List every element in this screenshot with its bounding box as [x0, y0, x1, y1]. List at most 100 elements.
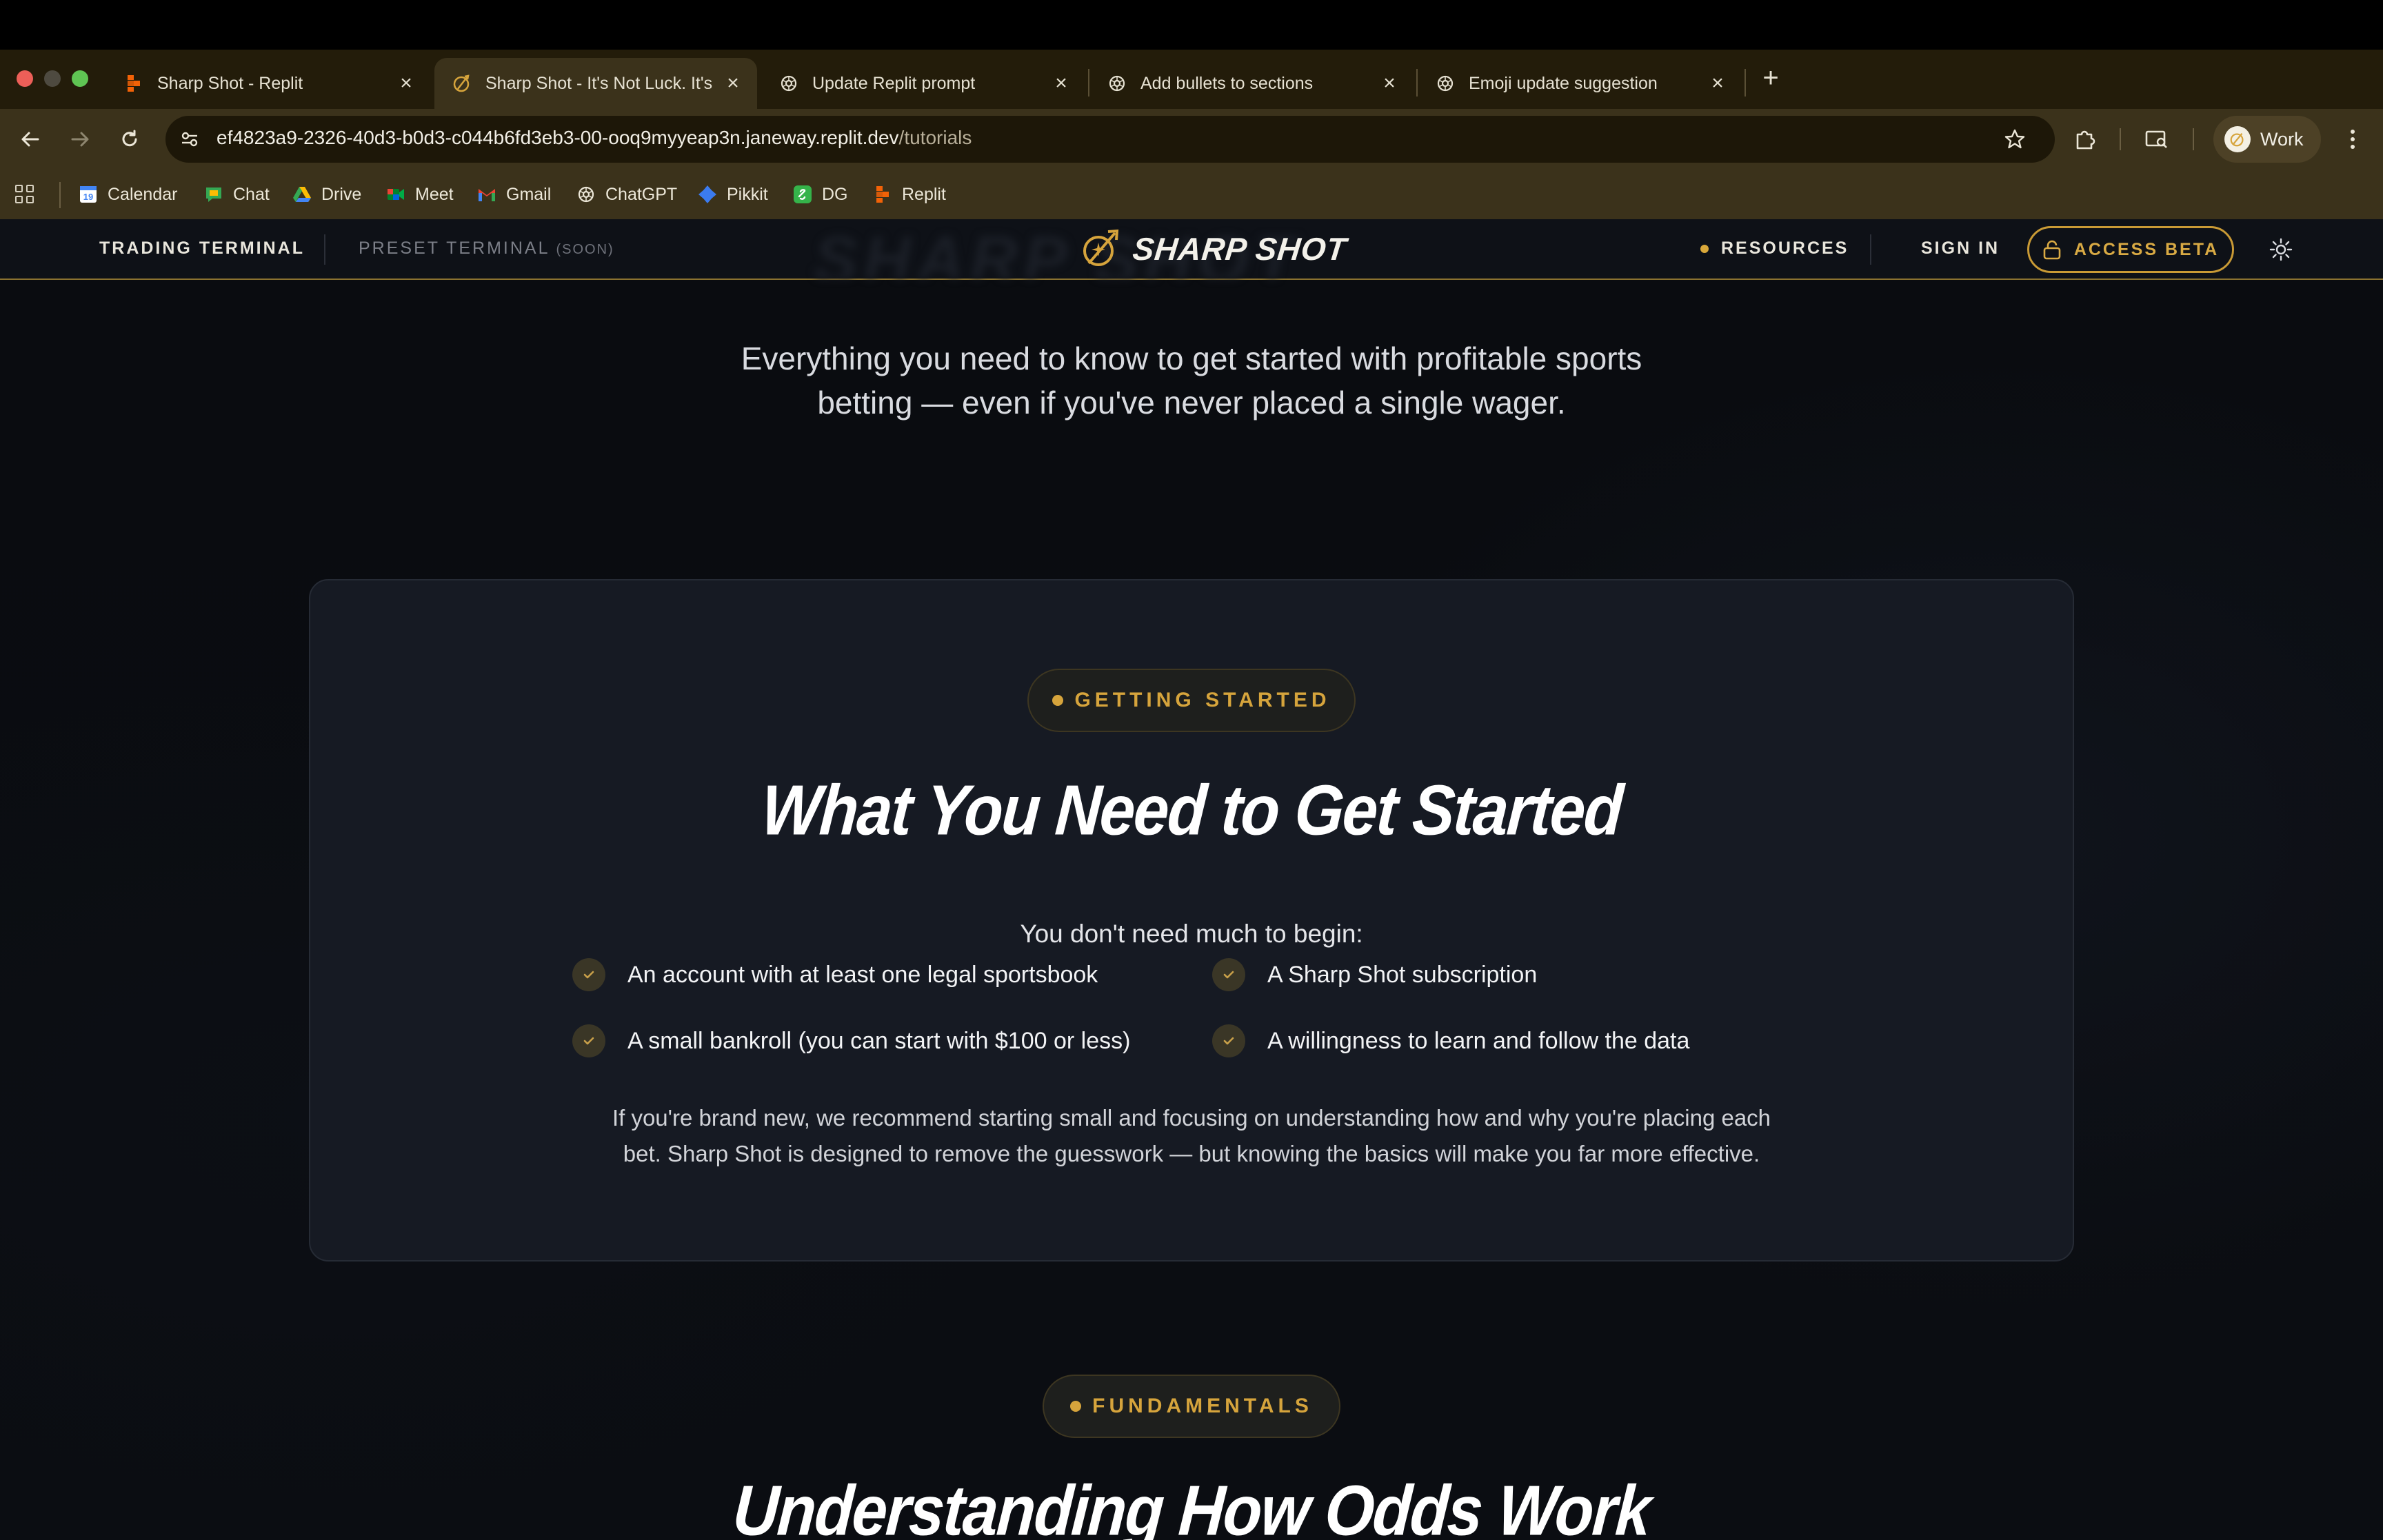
browser-menu-icon[interactable]: [2336, 123, 2369, 156]
bookmark-meet[interactable]: Meet: [386, 181, 454, 208]
bookmark-replit[interactable]: Replit: [873, 181, 946, 208]
screen-top-bar: [0, 0, 2383, 50]
bookmark-calendar[interactable]: 19 Calendar: [79, 181, 177, 208]
bookmark-label: Chat: [233, 184, 270, 204]
theme-toggle-sun-icon[interactable]: [2267, 236, 2295, 263]
minimize-window-button[interactable]: [44, 70, 61, 87]
chatgpt-icon: [576, 185, 596, 204]
nav-resources[interactable]: RESOURCES: [1721, 239, 1849, 259]
close-tab-icon[interactable]: ×: [723, 72, 743, 95]
bookmark-label: Pikkit: [727, 184, 768, 204]
bookmark-drive[interactable]: Drive: [292, 181, 361, 208]
section-subtitle: You don't need much to begin:: [1020, 920, 1363, 948]
bookmark-label: Replit: [902, 184, 946, 204]
close-tab-icon[interactable]: ×: [396, 72, 416, 95]
toolbar-divider: [2120, 128, 2121, 150]
bookmark-label: Meet: [415, 184, 454, 204]
bookmark-chatgpt[interactable]: ChatGPT: [576, 181, 677, 208]
access-beta-label: ACCESS BETA: [2073, 239, 2220, 259]
extensions-puzzle-icon[interactable]: [2069, 123, 2102, 156]
close-tab-icon[interactable]: ×: [1051, 72, 1072, 95]
fundamentals-pill: FUNDAMENTALS: [1043, 1375, 1340, 1438]
chatgpt-icon: [1107, 74, 1127, 93]
bookmark-label: ChatGPT: [605, 184, 678, 204]
web-page: SHARP SHOT TRADING TERMINAL PRESET TERMI…: [0, 219, 2383, 1540]
checklist-item: A small bankroll (you can start with $10…: [572, 1024, 1130, 1057]
bookmark-dg[interactable]: DG: [793, 181, 848, 208]
paragraph-line: If you're brand new, we recommend starti…: [612, 1105, 1771, 1131]
dg-link-icon: [793, 185, 812, 204]
browser-tab-emoji-update[interactable]: Emoji update suggestion ×: [1418, 58, 1742, 109]
intro-line: Everything you need to know to get start…: [741, 341, 1642, 376]
paragraph-line: bet. Sharp Shot is designed to remove th…: [623, 1141, 1760, 1166]
soon-badge: (SOON): [556, 242, 614, 257]
tab-label: Sharp Shot - Replit: [157, 73, 303, 93]
url-host: ef4823a9-2326-40d3-b0d3-c044b6fd3eb3-00-…: [217, 127, 899, 148]
pill-label: GETTING STARTED: [1074, 689, 1331, 711]
access-beta-button[interactable]: ACCESS BETA: [2027, 226, 2234, 273]
nav-divider: [1870, 234, 1871, 265]
url-text[interactable]: ef4823a9-2326-40d3-b0d3-c044b6fd3eb3-00-…: [217, 127, 972, 149]
checklist-item: A Sharp Shot subscription: [1212, 958, 1537, 991]
checkmark-icon: [572, 958, 605, 991]
chatgpt-icon: [779, 74, 798, 93]
bookmark-pikkit[interactable]: Pikkit: [698, 181, 768, 208]
site-logo[interactable]: SHARP SHOT: [1079, 227, 1349, 270]
close-window-button[interactable]: [17, 70, 33, 87]
intro-text: Everything you need to know to get start…: [0, 336, 2383, 425]
checklist-text: A Sharp Shot subscription: [1267, 961, 1538, 988]
resources-dot: [1700, 245, 1709, 253]
nav-preset-terminal[interactable]: PRESET TERMINAL (SOON): [359, 239, 614, 259]
bookmark-gmail[interactable]: Gmail: [477, 181, 551, 208]
checkmark-icon: [1212, 1024, 1245, 1057]
fundamentals-title: Understanding How Odds Work: [730, 1471, 1653, 1540]
tab-search-icon[interactable]: [2140, 123, 2173, 156]
tab-label: Update Replit prompt: [812, 73, 976, 93]
crosshair-logo-icon: [1083, 229, 1119, 266]
bookmark-star-icon[interactable]: [2000, 124, 2030, 154]
checklist-text: A willingness to learn and follow the da…: [1267, 1027, 1690, 1054]
close-tab-icon[interactable]: ×: [1379, 72, 1400, 95]
bookmark-chat[interactable]: Chat: [204, 181, 270, 208]
close-tab-icon[interactable]: ×: [1707, 72, 1728, 95]
browser-tab-add-bullets[interactable]: Add bullets to sections ×: [1089, 58, 1414, 109]
nav-sign-in[interactable]: SIGN IN: [1921, 239, 2000, 259]
checklist-item: An account with at least one legal sport…: [572, 958, 1098, 991]
new-tab-button[interactable]: +: [1756, 61, 1786, 97]
apps-grid-icon[interactable]: [15, 185, 36, 205]
site-settings-icon[interactable]: [174, 124, 205, 154]
nav-divider: [324, 234, 325, 265]
browser-tab-update-replit-prompt[interactable]: Update Replit prompt ×: [761, 58, 1085, 109]
google-drive-icon: [292, 185, 312, 204]
google-meet-icon: [386, 185, 405, 204]
chatgpt-icon: [1436, 74, 1455, 93]
zoom-window-button[interactable]: [72, 70, 88, 87]
bookmark-label: Calendar: [108, 184, 178, 204]
url-path: /tutorials: [898, 127, 972, 148]
calendar-icon: 19: [79, 185, 98, 204]
pikkit-icon: [698, 185, 717, 204]
section-title: What You Need to Get Started: [758, 771, 1625, 851]
nav-preset-label: PRESET TERMINAL: [359, 239, 550, 258]
browser-tab-sharp-shot-replit[interactable]: Sharp Shot - Replit ×: [106, 58, 430, 109]
back-arrow-icon[interactable]: [14, 123, 47, 156]
pill-dot: [1052, 695, 1064, 706]
tab-label: Add bullets to sections: [1140, 73, 1314, 93]
lock-icon: [2043, 240, 2061, 260]
reload-icon[interactable]: [113, 123, 146, 156]
checklist-text: An account with at least one legal sport…: [627, 961, 1098, 988]
getting-started-pill: GETTING STARTED: [1027, 669, 1356, 732]
browser-tab-sharp-shot-active[interactable]: Sharp Shot - It's Not Luck. It's ×: [434, 58, 757, 109]
replit-icon: [873, 185, 892, 204]
bookmark-label: Drive: [321, 184, 362, 204]
sharpshot-icon: [452, 74, 472, 93]
toolbar-divider: [2193, 128, 2194, 150]
intro-line: betting — even if you've never placed a …: [817, 385, 1566, 421]
google-chat-icon: [204, 185, 223, 204]
forward-arrow-icon[interactable]: [63, 123, 97, 156]
checkmark-icon: [572, 1024, 605, 1057]
pill-dot: [1070, 1401, 1082, 1412]
nav-trading-terminal[interactable]: TRADING TERMINAL: [99, 239, 305, 259]
profile-label: Work: [2260, 128, 2304, 150]
profile-button[interactable]: Work: [2213, 116, 2321, 163]
